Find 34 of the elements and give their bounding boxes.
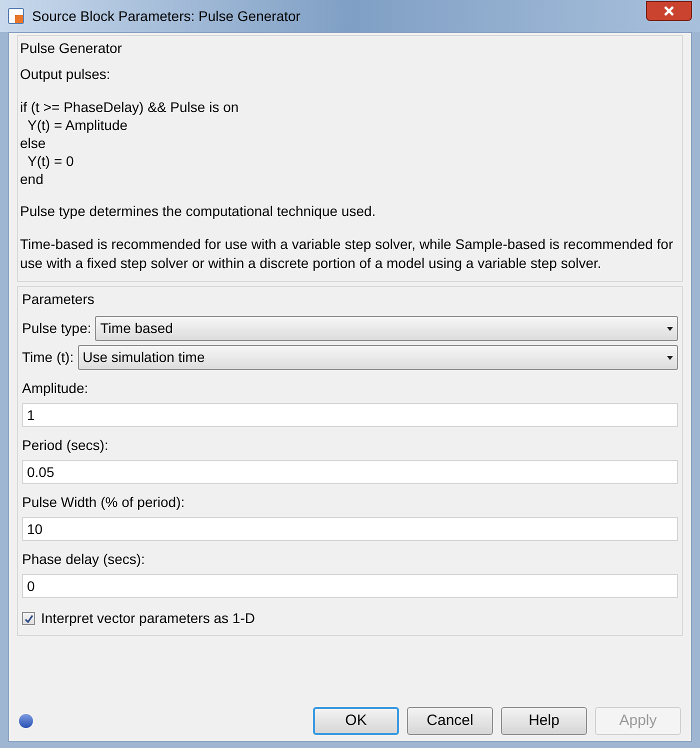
field-label: Pulse type: — [22, 319, 92, 338]
description-text: Time-based is recommended for use with a variable step solver, while Sample-based is recommended for use with a fixed step solver or within a discrete portion of a model using a variable step solver. — [20, 235, 674, 273]
field-label: Time (t): — [22, 348, 74, 367]
checkbox[interactable] — [22, 612, 35, 625]
group-title: Pulse Generator — [20, 39, 123, 58]
dialog-button[interactable]: Cancel — [407, 707, 493, 735]
group-title: Parameters — [22, 290, 94, 309]
code-line: Y(t) = 0 — [26, 152, 74, 170]
dialog-button[interactable]: Help — [501, 707, 587, 735]
input-field[interactable]: 1 — [22, 403, 678, 427]
caret-icon — [667, 326, 673, 330]
dialog-button[interactable]: OK — [313, 707, 399, 735]
code-line: end — [20, 170, 44, 188]
input-field[interactable]: 0 — [22, 574, 678, 598]
dropdown[interactable]: Time based — [95, 316, 678, 341]
field-label: Amplitude: — [22, 379, 88, 398]
checkbox-label: Interpret vector parameters as 1-D — [41, 609, 255, 628]
description-text: Output pulses: — [20, 65, 112, 84]
close-button[interactable] — [646, 1, 692, 21]
window-title: Source Block Parameters: Pulse Generator — [32, 6, 300, 26]
field-label: Phase delay (secs): — [22, 550, 145, 569]
code-line: Y(t) = Amplitude — [26, 116, 128, 134]
caret-icon — [667, 356, 673, 360]
code-line: if (t >= PhaseDelay) && Pulse is on — [20, 98, 239, 116]
field-label: Pulse Width (% of period): — [22, 493, 185, 512]
window-icon — [8, 8, 24, 24]
input-field[interactable]: 0.05 — [22, 460, 678, 484]
help-icon[interactable] — [19, 714, 33, 728]
field-label: Period (secs): — [22, 436, 108, 455]
input-field[interactable]: 10 — [22, 517, 678, 541]
description-text: Pulse type determines the computational technique used. — [20, 202, 377, 221]
code-line: else — [20, 134, 46, 152]
close-icon — [663, 5, 675, 17]
dropdown[interactable]: Use simulation time — [78, 345, 678, 370]
